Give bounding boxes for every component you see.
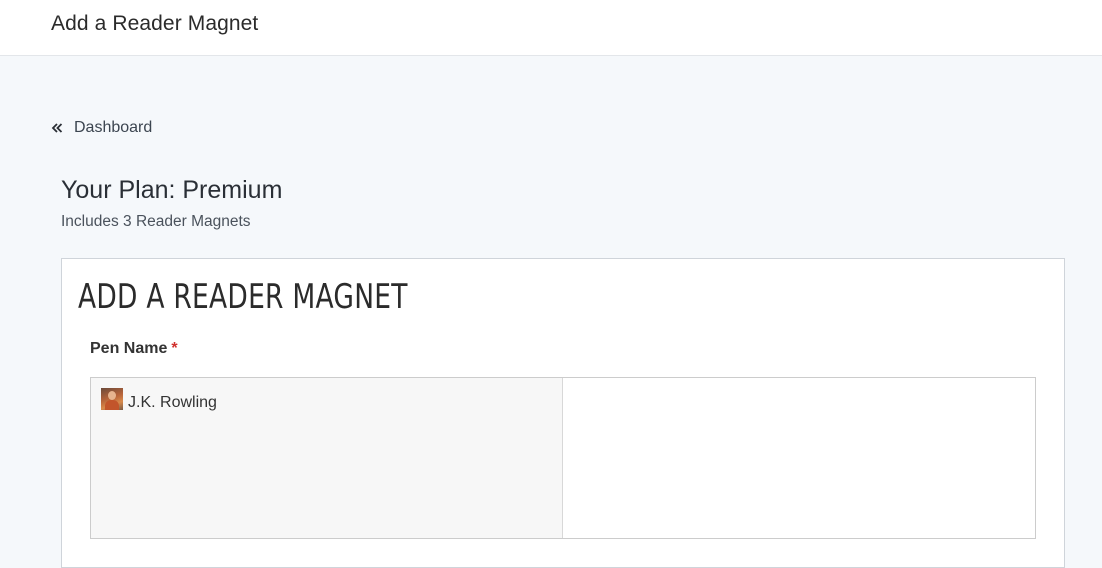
breadcrumb-dashboard-link[interactable]: Dashboard bbox=[51, 119, 152, 137]
pen-name-options-list[interactable]: J.K. Rowling bbox=[91, 378, 563, 538]
pen-name-picker: J.K. Rowling bbox=[90, 377, 1036, 539]
plan-subtitle: Includes 3 Reader Magnets bbox=[61, 213, 251, 230]
breadcrumb-label: Dashboard bbox=[74, 119, 153, 136]
pen-name-label-text: Pen Name bbox=[90, 340, 168, 357]
double-chevron-left-icon bbox=[51, 121, 65, 135]
pen-name-option[interactable]: J.K. Rowling bbox=[101, 386, 217, 412]
plan-title: Your Plan: Premium bbox=[61, 176, 283, 204]
required-marker: * bbox=[171, 340, 178, 357]
reader-magnet-form-card: ADD A READER MAGNET Pen Name * J.K. Rowli… bbox=[61, 258, 1065, 568]
pen-name-selected-list[interactable] bbox=[563, 378, 1035, 538]
top-header: Add a Reader Magnet bbox=[0, 0, 1102, 56]
pen-name-label: Pen Name * bbox=[90, 340, 178, 358]
pen-name-option-label: J.K. Rowling bbox=[128, 394, 217, 411]
form-heading: ADD A READER MAGNET bbox=[78, 277, 408, 317]
author-avatar-icon bbox=[101, 388, 123, 410]
page-header-title: Add a Reader Magnet bbox=[51, 12, 259, 35]
